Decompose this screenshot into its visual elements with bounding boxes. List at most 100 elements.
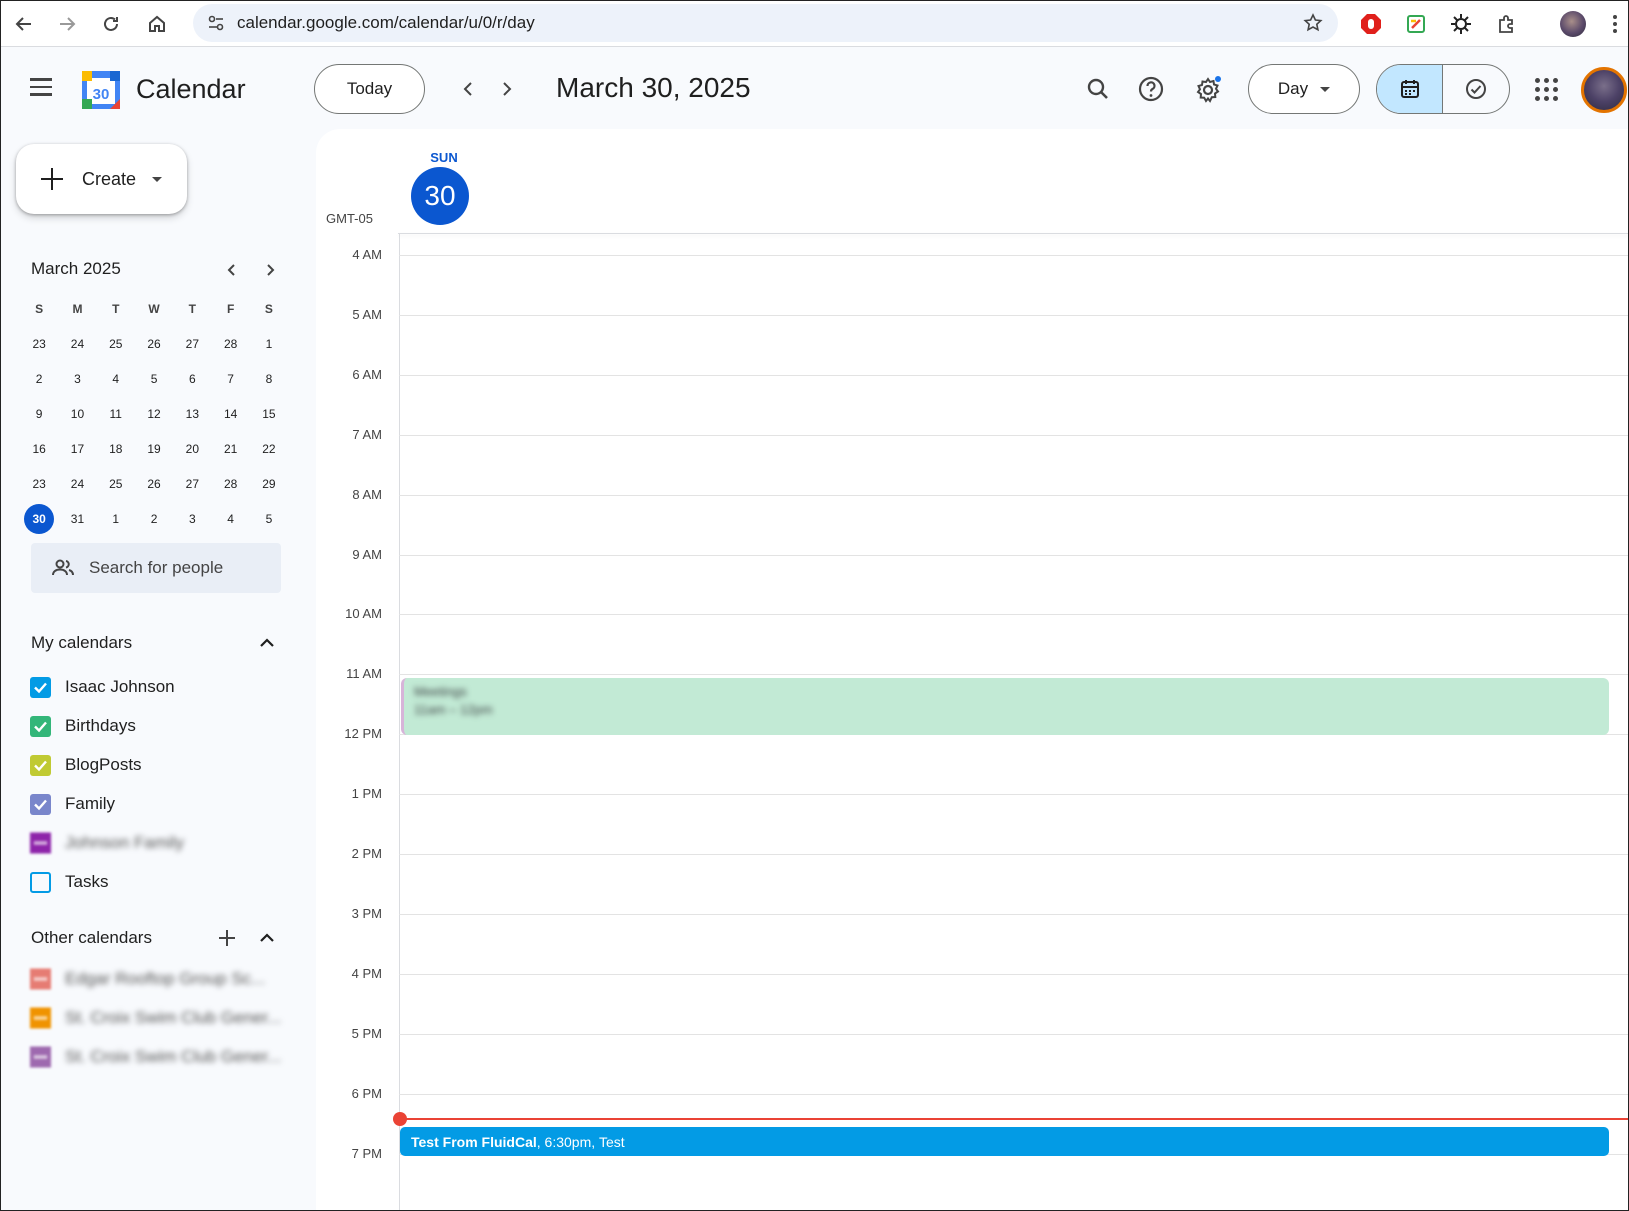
url-text[interactable]: calendar.google.com/calendar/u/0/r/day xyxy=(237,13,535,33)
add-calendar-plus-icon[interactable] xyxy=(212,923,242,953)
mini-calendar-day[interactable]: 6 xyxy=(173,361,211,396)
calendar-item[interactable]: Tasks xyxy=(30,864,108,900)
color-picker-extension-icon[interactable] xyxy=(1400,8,1432,40)
other-calendars-title[interactable]: Other calendars xyxy=(31,928,152,948)
mini-calendar-day[interactable]: 5 xyxy=(135,361,173,396)
mini-calendar-day[interactable]: 8 xyxy=(250,361,288,396)
mini-calendar-day[interactable]: 28 xyxy=(211,326,249,361)
calendar-color-swatch-icon[interactable] xyxy=(30,832,51,854)
today-button[interactable]: Today xyxy=(314,64,425,114)
help-icon[interactable] xyxy=(1131,69,1171,109)
calendar-item[interactable]: Family xyxy=(30,786,115,822)
mini-calendar-day[interactable]: 1 xyxy=(97,501,135,536)
checkbox-checked-icon[interactable] xyxy=(30,754,51,776)
search-icon[interactable] xyxy=(1078,69,1118,109)
my-calendars-title[interactable]: My calendars xyxy=(31,633,132,653)
main-menu-icon[interactable] xyxy=(23,69,59,105)
mini-calendar-day[interactable]: 26 xyxy=(135,466,173,501)
address-bar[interactable]: calendar.google.com/calendar/u/0/r/day xyxy=(193,4,1338,42)
mini-calendar-day[interactable]: 2 xyxy=(135,501,173,536)
mini-calendar-day[interactable]: 10 xyxy=(58,396,96,431)
calendar-logo-icon[interactable]: 30 xyxy=(80,69,122,111)
day-number-badge[interactable]: 30 xyxy=(411,167,469,225)
calendar-item[interactable]: Isaac Johnson xyxy=(30,669,175,705)
mini-calendar-day[interactable]: 13 xyxy=(173,396,211,431)
calendar-color-swatch-icon[interactable] xyxy=(30,968,51,990)
mini-calendar-day[interactable]: 18 xyxy=(97,431,135,466)
mini-calendar-day[interactable]: 2 xyxy=(20,361,58,396)
bookmark-star-icon[interactable] xyxy=(1298,8,1328,38)
event-block-blurred[interactable]: Meetings 11am – 12pm xyxy=(401,678,1609,735)
mini-calendar-day[interactable]: 23 xyxy=(20,466,58,501)
forward-arrow-icon[interactable] xyxy=(50,7,84,41)
tasks-view-toggle-icon[interactable] xyxy=(1443,65,1509,113)
app-title[interactable]: Calendar xyxy=(136,74,246,105)
mini-calendar-next-chevron-icon[interactable] xyxy=(256,256,284,284)
mini-calendar-day[interactable]: 9 xyxy=(20,396,58,431)
calendar-item[interactable]: BlogPosts xyxy=(30,747,142,783)
checkbox-checked-icon[interactable] xyxy=(30,793,51,815)
mini-calendar-day[interactable]: 25 xyxy=(97,466,135,501)
other-calendar-item[interactable]: Edgar Rooftop Group Sc... xyxy=(30,961,265,997)
collapse-chevron-up-icon[interactable] xyxy=(252,628,282,658)
create-button[interactable]: Create xyxy=(16,144,187,214)
other-calendar-item[interactable]: St. Croix Swim Club Gener... xyxy=(30,1039,281,1075)
extensions-puzzle-icon[interactable] xyxy=(1491,8,1523,40)
mini-calendar-day[interactable]: 24 xyxy=(58,466,96,501)
profile-avatar-icon[interactable] xyxy=(1557,8,1589,40)
home-icon[interactable] xyxy=(140,7,174,41)
view-selector-button[interactable]: Day xyxy=(1248,64,1360,114)
mini-calendar-day[interactable]: 31 xyxy=(58,501,96,536)
mini-calendar-day[interactable]: 14 xyxy=(211,396,249,431)
checkbox-unchecked-icon[interactable] xyxy=(30,871,51,893)
calendar-item[interactable]: Johnson Family xyxy=(30,825,184,861)
mini-calendar-day[interactable]: 5 xyxy=(250,501,288,536)
mini-calendar-day[interactable]: 21 xyxy=(211,431,249,466)
mini-calendar-day[interactable]: 12 xyxy=(135,396,173,431)
next-day-chevron-icon[interactable] xyxy=(489,71,525,107)
mini-calendar-day[interactable]: 1 xyxy=(250,326,288,361)
mini-calendar-day[interactable]: 11 xyxy=(97,396,135,431)
event-block[interactable]: Test From FluidCal, 6:30pm, Test xyxy=(400,1127,1609,1156)
calendar-color-swatch-icon[interactable] xyxy=(30,1007,51,1029)
mini-calendar-day[interactable]: 19 xyxy=(135,431,173,466)
mini-calendar-selected-day[interactable]: 30 xyxy=(20,501,58,536)
mini-calendar-day[interactable]: 25 xyxy=(97,326,135,361)
mini-calendar-day[interactable]: 28 xyxy=(211,466,249,501)
mini-calendar-day[interactable]: 23 xyxy=(20,326,58,361)
back-arrow-icon[interactable] xyxy=(7,7,41,41)
adblock-extension-icon[interactable] xyxy=(1355,8,1387,40)
search-people-input[interactable]: Search for people xyxy=(31,543,281,593)
mini-calendar-day[interactable]: 20 xyxy=(173,431,211,466)
mini-calendar-day[interactable]: 16 xyxy=(20,431,58,466)
mini-calendar-day[interactable]: 15 xyxy=(250,396,288,431)
other-calendar-item[interactable]: St. Croix Swim Club Gener... xyxy=(30,1000,281,1036)
site-settings-icon[interactable] xyxy=(201,8,231,38)
mini-calendar-day[interactable]: 4 xyxy=(97,361,135,396)
create-dropdown-caret-icon[interactable] xyxy=(152,176,163,182)
mini-calendar-day[interactable]: 4 xyxy=(211,501,249,536)
mini-calendar-day[interactable]: 3 xyxy=(58,361,96,396)
sun-extension-icon[interactable] xyxy=(1445,8,1477,40)
mini-calendar-day[interactable]: 27 xyxy=(173,326,211,361)
google-apps-grid-icon[interactable] xyxy=(1526,69,1566,109)
mini-calendar-day[interactable]: 26 xyxy=(135,326,173,361)
previous-day-chevron-icon[interactable] xyxy=(450,71,486,107)
calendar-view-toggle-icon[interactable] xyxy=(1377,65,1443,113)
mini-calendar-day[interactable]: 7 xyxy=(211,361,249,396)
reload-icon[interactable] xyxy=(94,7,128,41)
browser-menu-icon[interactable] xyxy=(1605,8,1625,40)
mini-calendar-day[interactable]: 29 xyxy=(250,466,288,501)
collapse-other-chevron-up-icon[interactable] xyxy=(252,923,282,953)
mini-calendar-day[interactable]: 27 xyxy=(173,466,211,501)
checkbox-checked-icon[interactable] xyxy=(30,715,51,737)
mini-calendar-day[interactable]: 3 xyxy=(173,501,211,536)
account-avatar[interactable] xyxy=(1581,67,1627,113)
checkbox-checked-icon[interactable] xyxy=(30,676,51,698)
settings-gear-icon[interactable] xyxy=(1188,69,1228,109)
calendar-item[interactable]: Birthdays xyxy=(30,708,136,744)
mini-calendar-day[interactable]: 22 xyxy=(250,431,288,466)
calendar-color-swatch-icon[interactable] xyxy=(30,1046,51,1068)
mini-calendar-day[interactable]: 24 xyxy=(58,326,96,361)
mini-calendar-prev-chevron-icon[interactable] xyxy=(218,256,246,284)
